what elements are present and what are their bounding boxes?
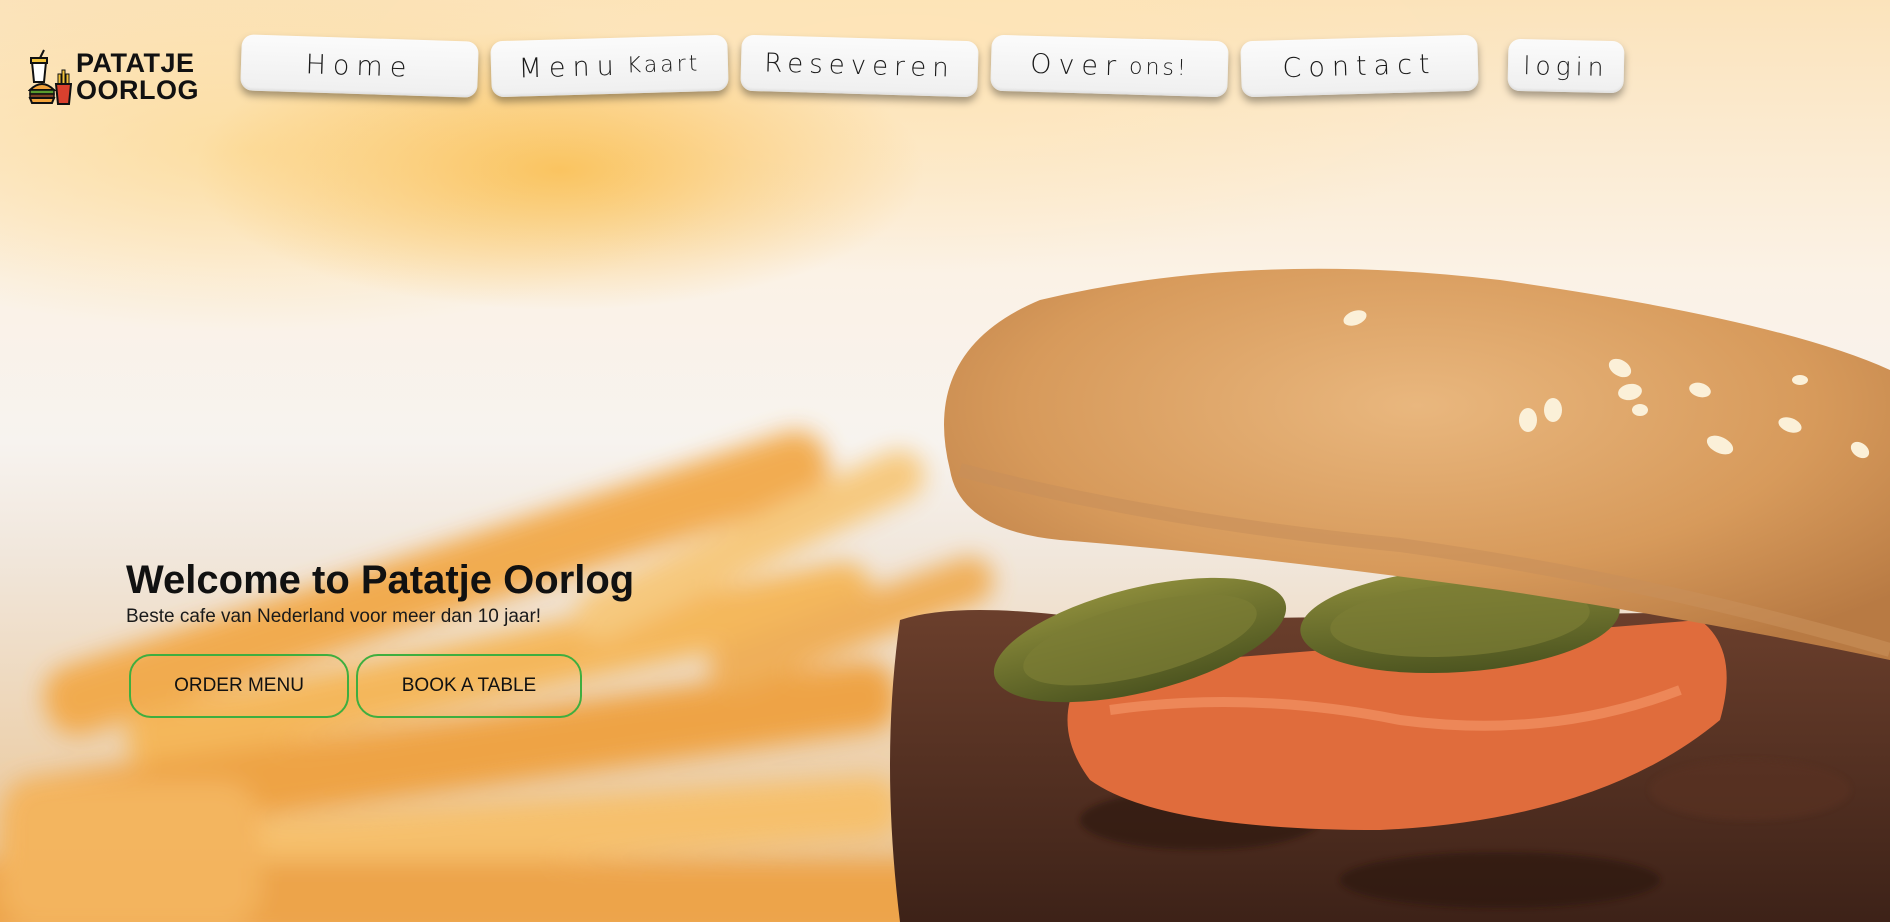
burger-fries-illustration — [0, 268, 1890, 922]
nav-contact-label: Contact — [1282, 48, 1437, 84]
nav-reserveren-button[interactable]: Reseveren — [740, 34, 979, 98]
nav-home-button[interactable]: Home — [240, 34, 479, 98]
order-menu-button[interactable]: ORDER MENU — [129, 654, 349, 718]
nav-menu-label: Menu — [518, 50, 622, 85]
hero-title: Welcome to Patatje Oorlog — [126, 558, 635, 602]
nav-menu-label-extra: Kaart — [626, 50, 701, 79]
nav-login-label: login — [1523, 50, 1609, 82]
nav-over-label: Over — [1029, 48, 1124, 82]
nav-over-ons-button[interactable]: Over ons! — [990, 34, 1229, 98]
book-table-button[interactable]: BOOK A TABLE — [356, 654, 582, 718]
nav-menu-kaart-button[interactable]: Menu Kaart — [490, 34, 729, 98]
nav-over-label-extra: ons! — [1128, 54, 1190, 81]
burger-fries-drink-icon — [28, 49, 72, 105]
nav-contact-button[interactable]: Contact — [1240, 34, 1479, 98]
brand-name-line1: PATATJE — [76, 48, 195, 78]
nav-login-button[interactable]: login — [1507, 38, 1625, 94]
brand-logo[interactable]: PATATJE OORLOG — [28, 44, 212, 110]
hero-subtitle: Beste cafe van Nederland voor meer dan 1… — [126, 606, 542, 627]
brand-name-line2: OORLOG — [76, 75, 199, 105]
nav-home-label: Home — [305, 48, 414, 84]
hero-background-image — [0, 0, 1890, 922]
brand-name: PATATJE OORLOG — [76, 50, 199, 104]
nav-reserveren-label: Reseveren — [763, 48, 956, 84]
